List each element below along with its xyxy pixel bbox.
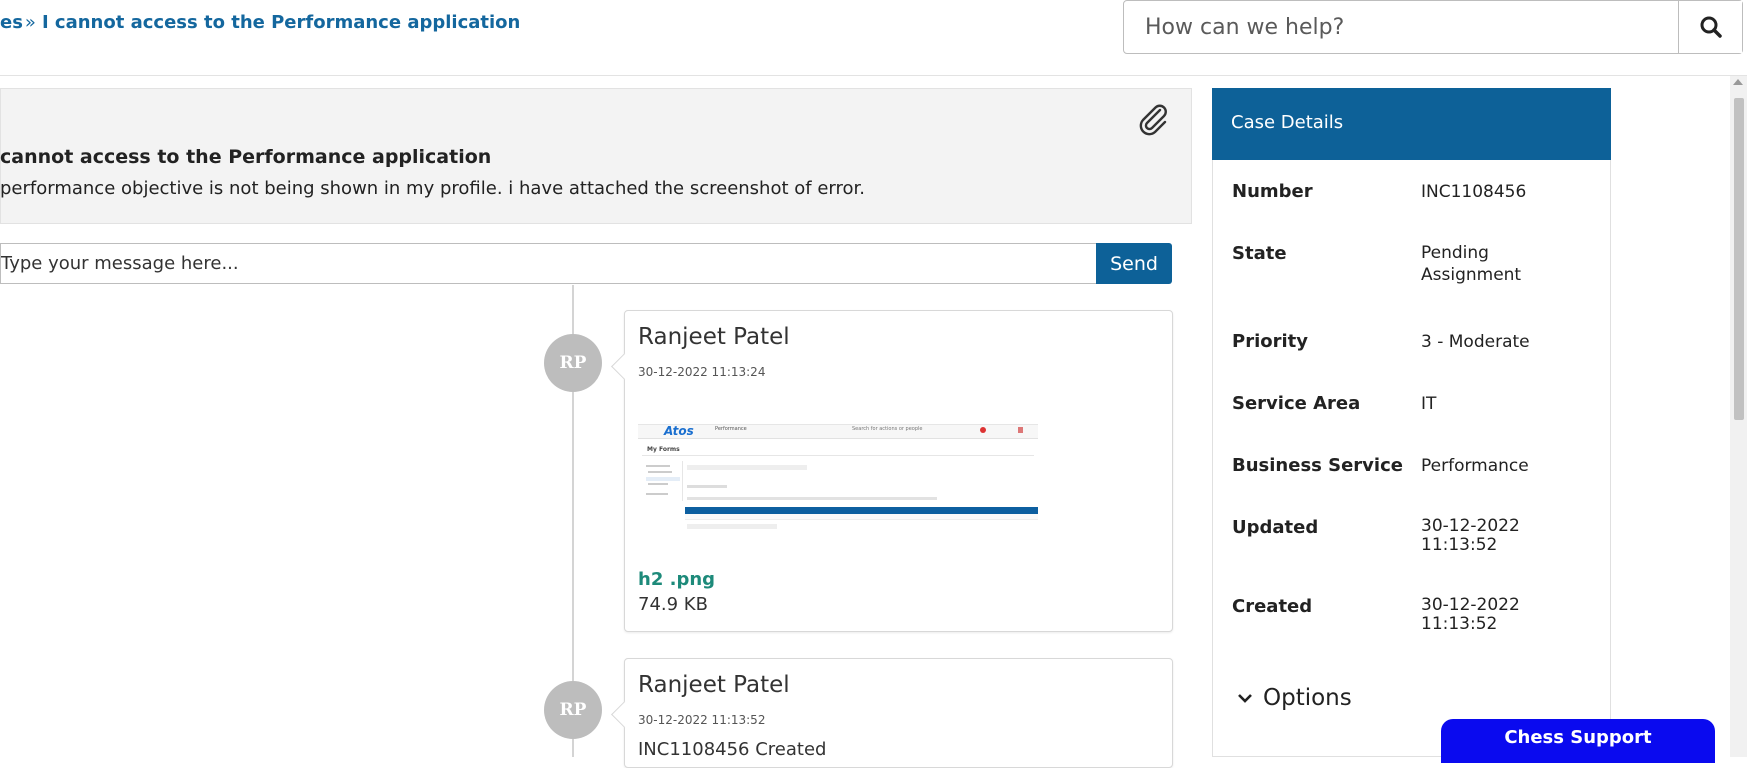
detail-value-priority: 3 - Moderate [1421,332,1530,352]
author-name: Ranjeet Patel [638,672,790,698]
search-bar [1123,0,1743,54]
options-toggle[interactable]: Options [1237,685,1352,711]
attachment-size: 74.9 KB [638,594,708,615]
thumb-search: Search for actions or people [852,426,923,432]
detail-label-service-area: Service Area [1232,393,1361,414]
detail-label-created: Created [1232,596,1313,617]
case-details-header: Case Details [1212,88,1611,160]
avatar: RP [544,681,602,739]
breadcrumb-prev-link[interactable]: es [0,12,23,33]
card-pointer [611,701,638,728]
breadcrumb-current-link[interactable]: I cannot access to the Performance appli… [42,12,520,33]
send-button[interactable]: Send [1096,243,1172,284]
timeline-card-message: Ranjeet Patel 30-12-2022 11:13:52 INC110… [611,658,1173,768]
detail-label-business-service: Business Service [1232,455,1403,476]
timestamp: 30-12-2022 11:13:52 [638,713,766,727]
scrollbar-thumb[interactable] [1734,98,1744,420]
chess-support-button[interactable]: Chess Support [1441,719,1715,763]
scroll-up-arrow[interactable] [1733,79,1743,85]
search-input[interactable] [1125,2,1681,52]
detail-value-business-service: Performance [1421,456,1529,476]
thumb-heading: My Forms [647,446,680,453]
header-divider [0,75,1747,76]
case-details-title: Case Details [1231,112,1344,133]
detail-value-number: INC1108456 [1421,182,1527,202]
options-label: Options [1263,685,1352,711]
chevron-down-icon [1238,694,1252,703]
card-pointer [611,353,638,380]
author-name: Ranjeet Patel [638,324,790,350]
thumb-logo: Atos [664,424,694,438]
message-box [0,243,1096,284]
case-title: cannot access to the Performance applica… [0,146,492,168]
detail-label-state: State [1232,243,1287,264]
breadcrumb: es» I cannot access to the Performance ap… [0,12,520,33]
case-description: performance objective is not being shown… [0,178,865,199]
search-icon [1700,16,1722,38]
detail-value-service-area: IT [1421,394,1437,414]
detail-label-updated: Updated [1232,517,1319,538]
timeline-card-attachment: Ranjeet Patel 30-12-2022 11:13:24 Atos P… [611,310,1173,632]
detail-value-updated: 30-12-2022 11:13:52 [1421,516,1520,555]
detail-value-created: 30-12-2022 11:13:52 [1421,595,1520,634]
avatar: RP [544,334,602,392]
breadcrumb-separator: » [24,12,36,33]
detail-label-number: Number [1232,181,1313,202]
paperclip-icon[interactable] [1135,101,1171,141]
timestamp: 30-12-2022 11:13:24 [638,365,766,379]
detail-value-state: Pending Assignment [1421,243,1522,285]
message-input[interactable] [1,244,1096,283]
attachment-link[interactable]: h2 .png [638,569,715,590]
thumb-menu: Performance [715,426,747,432]
detail-label-priority: Priority [1232,331,1308,352]
attachment-thumbnail[interactable]: Atos Performance Search for actions or p… [638,424,1038,537]
search-button[interactable] [1678,1,1742,53]
